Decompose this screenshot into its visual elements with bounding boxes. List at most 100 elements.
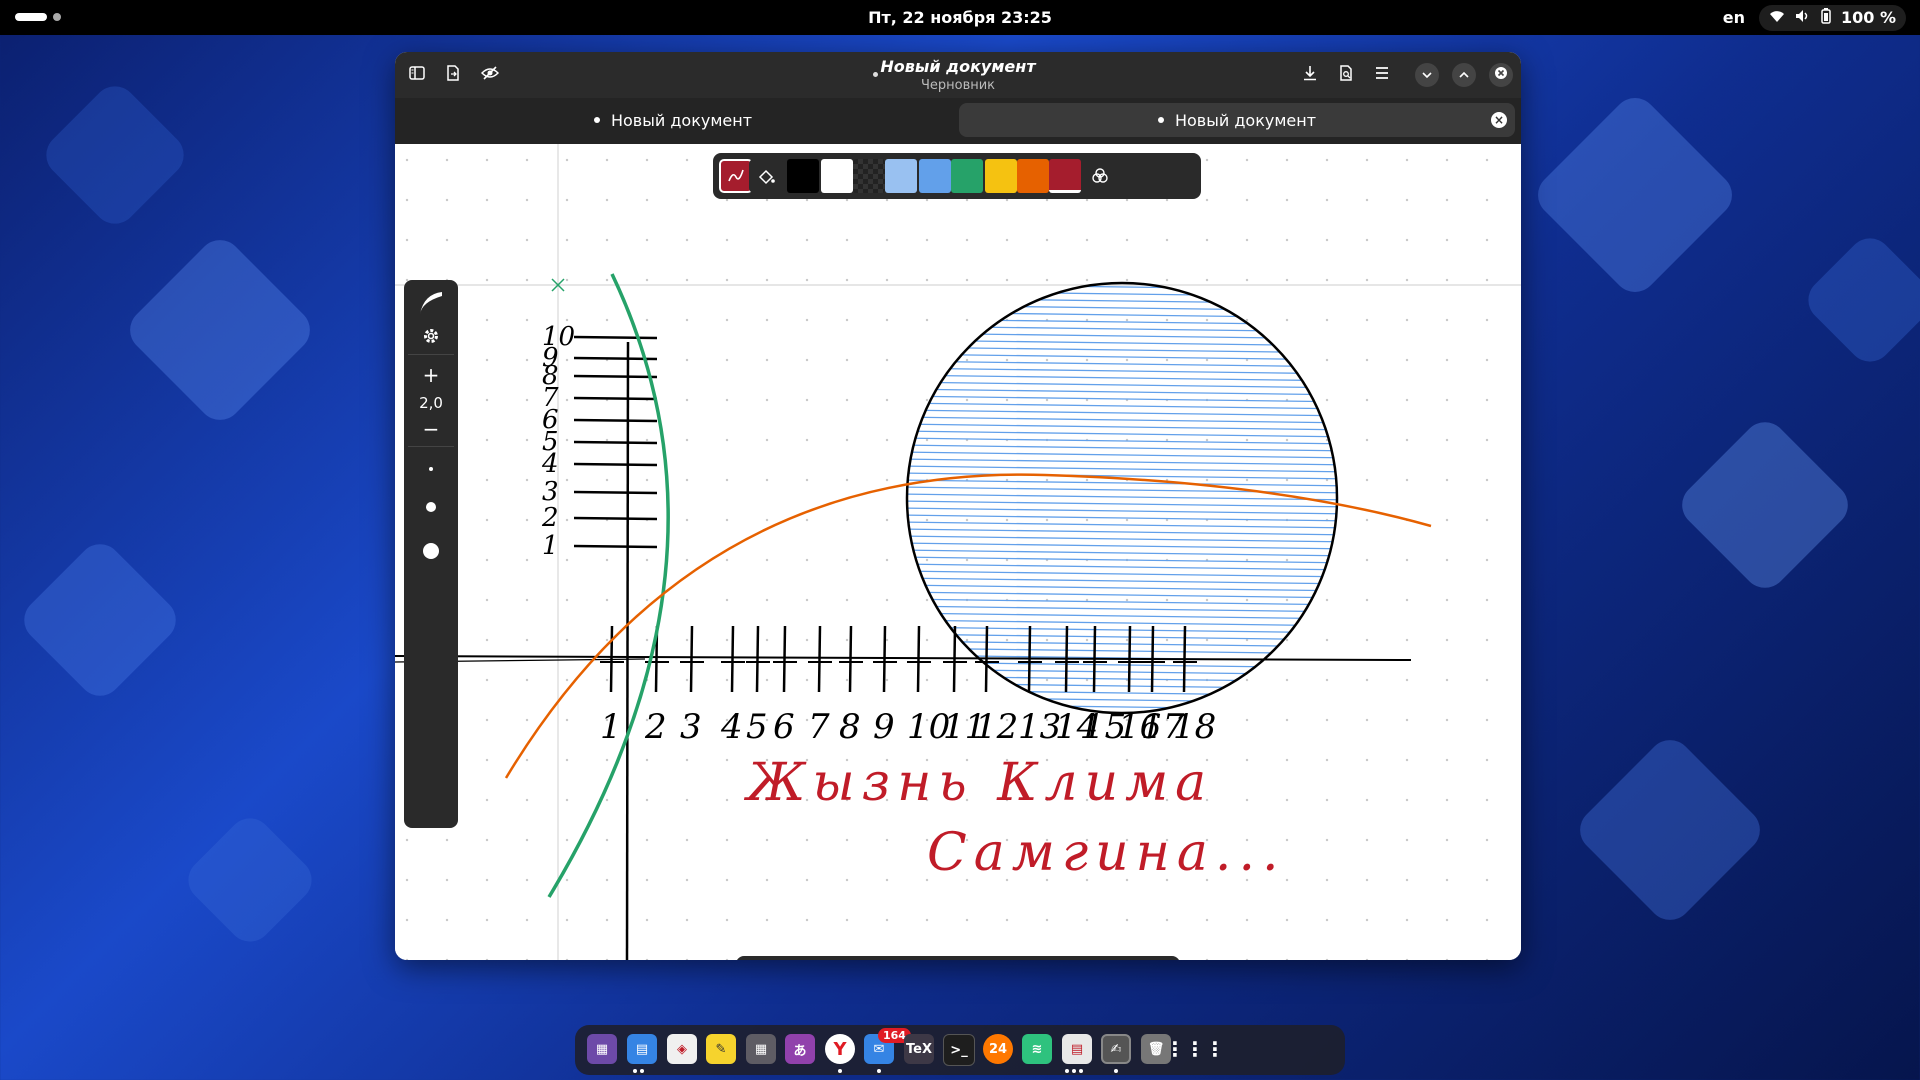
hatch-line (907, 500, 1337, 508)
x-axis-label: 6 (773, 707, 795, 747)
text-editor-app-icon[interactable]: ▤ (627, 1034, 657, 1064)
tab-bar: Новый документ Новый документ × (395, 98, 1521, 144)
calculator-app-icon[interactable]: ▦ (746, 1034, 776, 1064)
hatch-line (907, 570, 1337, 578)
hatch-line (907, 416, 1337, 424)
width-preset-medium[interactable] (411, 492, 451, 522)
width-preset-large[interactable] (411, 534, 451, 568)
x-tick (689, 625, 694, 693)
running-indicator (1114, 1069, 1118, 1073)
main-menu-button[interactable] (1367, 60, 1397, 90)
y-axis-labels: 10987654321 (541, 322, 575, 561)
minimize-button[interactable] (1415, 63, 1439, 87)
export-button[interactable] (1331, 60, 1361, 90)
wifi-icon (1769, 9, 1785, 27)
decrease-width-button[interactable]: − (411, 416, 451, 442)
x-tick (984, 625, 989, 693)
stroke-color-button[interactable] (719, 159, 753, 193)
color-picker-button[interactable] (1083, 159, 1117, 193)
app-window: Новый документ Черновник Новый документ … (395, 52, 1521, 960)
mail-app-icon[interactable]: ✉ 164 (864, 1028, 911, 1064)
color-swatch-light-blue[interactable] (885, 159, 917, 193)
drawing-canvas[interactable]: 1 2 3 4 5 6 7 8 9 10 11 12 13 14 15 16 17 18 10 9 8 7 6 5 4 3 2 1 … (395, 144, 1521, 960)
close-icon (1494, 66, 1508, 84)
x-tick (1092, 625, 1097, 693)
terminal-app-icon[interactable]: >_ (943, 1034, 975, 1066)
fill-color-button[interactable] (749, 159, 783, 193)
increase-width-button[interactable]: + (411, 362, 451, 388)
x-axis (395, 655, 1412, 661)
hatch-line (907, 388, 1337, 396)
tab-document-1[interactable]: Новый документ (399, 103, 947, 137)
top-bar: Пт, 22 ноября 23:25 en 100 % (0, 0, 1920, 35)
dot-small-icon (429, 467, 433, 471)
system-status-menu[interactable]: 100 % (1759, 4, 1906, 31)
x-axis-labels: 1 2 3 4 5 6 7 8 9 101112 131415161718 (600, 707, 1216, 747)
x-tick (730, 625, 735, 693)
hatch-line (907, 423, 1337, 431)
stroke-width-value[interactable]: 2,0 (411, 390, 451, 416)
close-window-button[interactable] (1489, 63, 1513, 87)
hatch-line (907, 325, 1337, 333)
color-swatch-blue[interactable] (919, 159, 951, 193)
y-axis-ticks (573, 335, 658, 549)
y-tick (573, 440, 658, 445)
pen-style-button[interactable] (411, 288, 451, 318)
y-tick (573, 544, 658, 549)
tab-document-2[interactable]: Новый документ × (959, 103, 1515, 137)
dock: ▦ ▤ ◈ ✎ ▦ あ Y ✉ 164 TeX >_ 24 ≋ ▤ ✍ 🗑 ⋮⋮… (575, 1025, 1345, 1075)
tex-editor-icon[interactable]: TeX (904, 1034, 934, 1064)
hatch-line (907, 360, 1337, 368)
document-viewer-icon[interactable]: ▤ (1062, 1034, 1092, 1064)
tab-close-button[interactable]: × (1491, 112, 1507, 128)
unsaved-indicator (593, 117, 600, 123)
dictionary-app-icon[interactable]: あ (785, 1034, 815, 1064)
chevron-up-icon (1459, 68, 1469, 83)
width-preset-small[interactable] (411, 454, 451, 484)
keyboard-layout-indicator[interactable]: en (1723, 8, 1745, 27)
bg-shape (121, 231, 319, 429)
bg-shape (1799, 229, 1920, 371)
app-grid-icon[interactable]: ⋮⋮⋮ (1165, 1034, 1225, 1064)
tools-toolbar (736, 956, 1180, 960)
bg-shape (1571, 731, 1769, 929)
y-axis-label: 2 (541, 503, 559, 533)
color-swatch-black[interactable] (787, 159, 819, 193)
clock-app-icon[interactable]: 24 (983, 1034, 1013, 1064)
clock[interactable]: Пт, 22 ноября 23:25 (0, 0, 1920, 35)
divider (408, 354, 454, 355)
system-tray: en 100 % (1723, 0, 1906, 35)
download-icon (1302, 65, 1318, 86)
hatch-line (907, 402, 1337, 410)
handwritten-text-line2: Самгина... (927, 823, 1286, 883)
y-tick (573, 490, 658, 495)
header-bar: Новый документ Черновник (395, 52, 1521, 98)
notes-app-icon[interactable]: ✎ (706, 1034, 736, 1064)
pen-settings-button[interactable] (411, 324, 451, 348)
pen-stroke-icon (728, 169, 744, 182)
hatch-line (907, 556, 1337, 564)
yandex-browser-icon[interactable]: Y (825, 1034, 855, 1064)
x-axis-label: 2 (644, 707, 667, 747)
hatch-line (907, 563, 1337, 571)
color-swatch-transparent[interactable] (853, 159, 885, 193)
color-swatch-red-selected[interactable] (1049, 159, 1081, 193)
gear-icon (424, 329, 438, 343)
layers-app-icon[interactable]: ≋ (1022, 1034, 1052, 1064)
hatch-line (907, 367, 1337, 375)
hatch-line (907, 696, 1337, 704)
color-swatch-white[interactable] (821, 159, 853, 193)
hatch-line (907, 332, 1337, 340)
color-swatch-green[interactable] (951, 159, 983, 193)
drawing-app-icon[interactable]: ✍ (1101, 1034, 1131, 1064)
bg-shape (37, 77, 193, 233)
hatch-line (907, 647, 1337, 655)
color-swatch-yellow[interactable] (985, 159, 1017, 193)
color-swatch-orange[interactable] (1017, 159, 1049, 193)
calendar-app-icon[interactable]: ▦ (587, 1034, 617, 1064)
software-store-icon[interactable]: ◈ (667, 1034, 697, 1064)
bg-shape (179, 809, 321, 951)
maximize-button[interactable] (1452, 63, 1476, 87)
y-tick (573, 396, 658, 401)
save-button[interactable] (1295, 60, 1325, 90)
